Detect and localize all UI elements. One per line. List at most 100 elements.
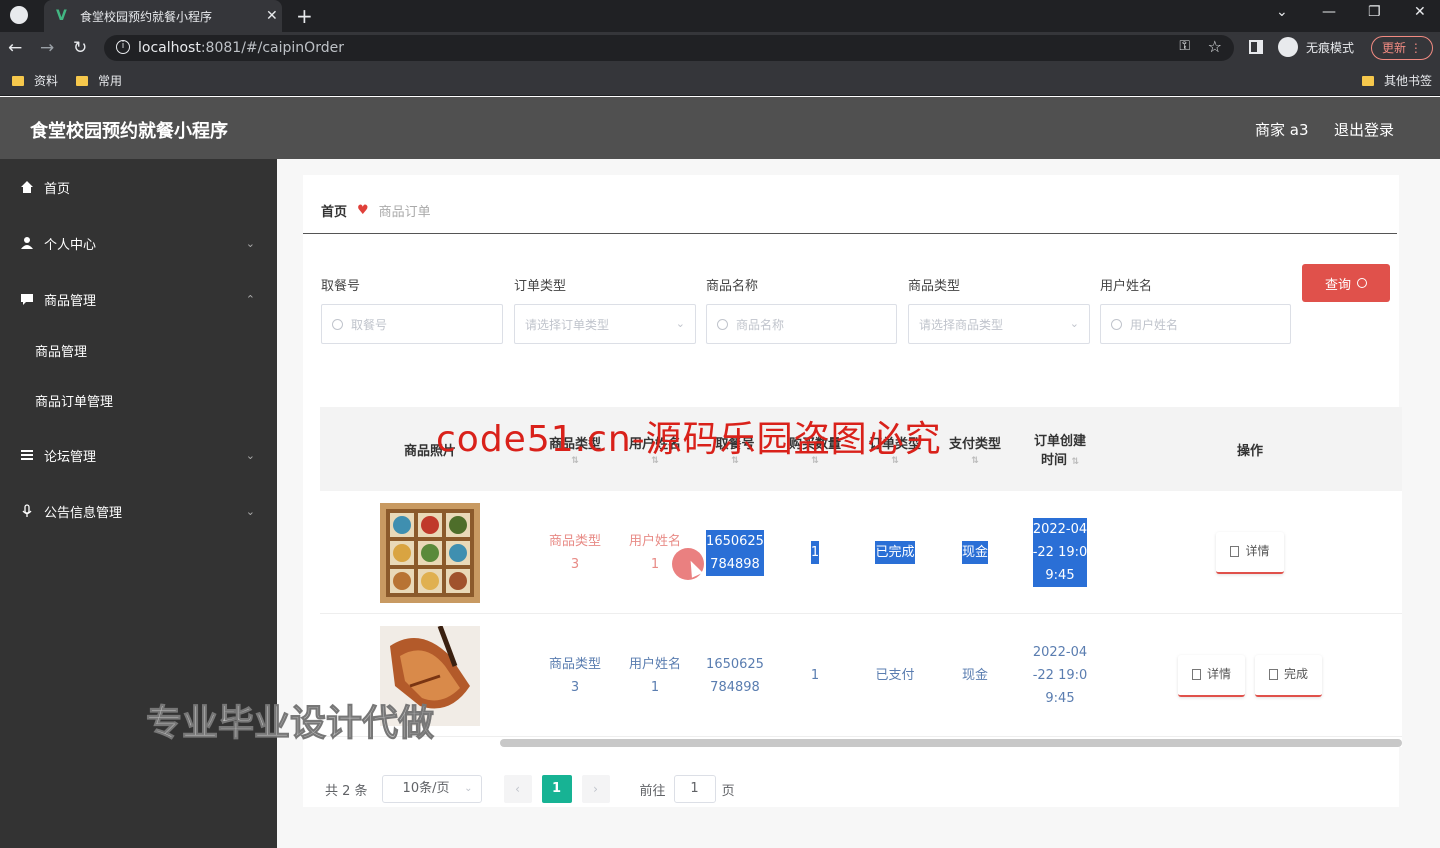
browser-menu-icon[interactable] bbox=[10, 6, 28, 24]
bookmark-folder[interactable]: 常用 bbox=[76, 72, 122, 89]
window-close-icon[interactable]: ✕ bbox=[1414, 4, 1426, 20]
col-header-pay-type[interactable]: 支付类型 ⇅ bbox=[935, 407, 1015, 491]
prev-page-button[interactable]: ‹ bbox=[503, 775, 532, 803]
update-button[interactable]: 更新 ⋮ bbox=[1371, 36, 1433, 60]
query-button[interactable]: 查询 bbox=[1302, 264, 1390, 302]
detail-button[interactable]: 详情 bbox=[1177, 654, 1245, 697]
other-bookmarks[interactable]: 其他书签 bbox=[1362, 72, 1432, 89]
goods-photo-image bbox=[380, 502, 480, 603]
minimize-icon[interactable]: — bbox=[1322, 4, 1336, 20]
chevron-up-icon: ⌃ bbox=[245, 292, 255, 306]
incognito-indicator[interactable]: 无痕模式 bbox=[1278, 37, 1354, 57]
reload-icon[interactable]: ↻ bbox=[73, 38, 87, 58]
watermark-red: code51.cn-源码乐园盗图必究 bbox=[436, 419, 942, 460]
page-size-select[interactable]: 10条/页 ⌄ bbox=[381, 775, 482, 803]
url-path: :8081/#/caipinOrder bbox=[200, 40, 344, 56]
restore-icon[interactable]: ❐ bbox=[1368, 4, 1381, 20]
sidebar-item-notice[interactable]: 公告信息管理 ⌄ bbox=[0, 483, 277, 539]
code-input[interactable]: 取餐号 bbox=[321, 304, 503, 344]
forward-icon[interactable]: → bbox=[40, 38, 54, 58]
watermark-gray: 专业毕业设计代做 bbox=[145, 703, 435, 745]
chevron-down-icon: ⌄ bbox=[464, 783, 473, 794]
cell-goods-type: 商品类型 3 bbox=[548, 656, 601, 695]
sidebar-item-forum[interactable]: 论坛管理 ⌄ bbox=[0, 427, 277, 483]
breadcrumb: 首页 ♥ 商品订单 bbox=[321, 201, 431, 220]
bookmark-star-icon[interactable]: ☆ bbox=[1208, 37, 1222, 56]
user-name-input[interactable]: 用户姓名 bbox=[1100, 304, 1291, 344]
col-header-created[interactable]: 订单创建 时间 ⇅ bbox=[1020, 407, 1100, 491]
vue-favicon-icon: V bbox=[56, 8, 67, 24]
order-type-placeholder: 请选择订单类型 bbox=[525, 317, 610, 332]
code-placeholder: 取餐号 bbox=[351, 317, 388, 332]
bookmark-label: 常用 bbox=[98, 74, 123, 88]
sidebar-item-label: 首页 bbox=[44, 181, 71, 197]
filter-label-goods-name: 商品名称 bbox=[706, 279, 759, 294]
cell-created-time: 2022-04 -22 19:0 9:45 bbox=[1020, 491, 1100, 614]
url-host: localhost bbox=[138, 40, 201, 56]
next-page-button[interactable]: › bbox=[581, 775, 610, 803]
page-number-button[interactable]: 1 bbox=[541, 775, 572, 803]
complete-button[interactable]: 完成 bbox=[1255, 654, 1323, 697]
breadcrumb-home[interactable]: 首页 bbox=[321, 201, 347, 220]
sidebar-item-goods[interactable]: 商品管理 ⌃ bbox=[0, 271, 277, 327]
cell-goods-type: 商品类型 3 bbox=[548, 533, 601, 572]
order-type-select[interactable]: 请选择订单类型 ⌄ bbox=[514, 304, 696, 344]
new-tab-icon[interactable]: + bbox=[296, 4, 313, 28]
horizontal-scrollbar[interactable] bbox=[500, 739, 1402, 747]
main-content: 首页 ♥ 商品订单 取餐号 订单类型 商品名称 商品类型 用户姓名 取餐号 请选… bbox=[277, 159, 1440, 848]
chevron-down-icon: ⌄ bbox=[1069, 317, 1079, 330]
table-row: 商品类型 3 用户姓名 1 1650625 784898 1 已支付 现金 2022-… bbox=[320, 614, 1402, 737]
address-bar: ← → ↻ i localhost:8081/#/caipinOrder ⚿ ☆… bbox=[0, 32, 1440, 64]
sidebar-subitem-label: 商品管理 bbox=[35, 344, 88, 360]
goods-photo bbox=[380, 491, 480, 614]
cell-code: 1650625 784898 bbox=[706, 656, 764, 695]
side-panel-icon[interactable] bbox=[1249, 40, 1263, 54]
sidebar-subitem-orders[interactable]: 商品订单管理 bbox=[0, 375, 277, 425]
home-icon bbox=[20, 180, 34, 194]
document-icon bbox=[1230, 546, 1240, 557]
tab-search-icon[interactable]: ⌄ bbox=[1276, 4, 1288, 20]
logout-button[interactable]: 退出登录 bbox=[1334, 119, 1394, 140]
search-icon bbox=[1111, 318, 1122, 330]
goto-page-input[interactable]: 1 bbox=[673, 775, 716, 803]
col-header-actions: 操作 bbox=[1236, 443, 1263, 459]
cell-actions: 详情 bbox=[1170, 491, 1330, 614]
sidebar-item-label: 公告信息管理 bbox=[44, 505, 123, 521]
other-bookmarks-label: 其他书签 bbox=[1384, 74, 1433, 88]
sidebar-item-home[interactable]: 首页 bbox=[0, 159, 277, 215]
bookmark-folder[interactable]: 资料 bbox=[12, 72, 58, 89]
detail-button[interactable]: 详情 bbox=[1216, 531, 1284, 574]
search-icon bbox=[332, 318, 343, 330]
sidebar-subitem-goods[interactable]: 商品管理 bbox=[0, 325, 277, 375]
sidebar-item-label: 论坛管理 bbox=[44, 449, 97, 465]
folder-icon bbox=[76, 75, 88, 86]
chevron-down-icon: ⌄ bbox=[245, 504, 255, 518]
sort-icon[interactable]: ⇅ bbox=[971, 456, 979, 466]
browser-tabbar: V 食堂校园预约就餐小程序 ✕ + ⌄ — ❐ ✕ bbox=[0, 0, 1440, 32]
cell-order-type: 已支付 bbox=[875, 668, 915, 683]
filter-label-order-type: 订单类型 bbox=[514, 279, 567, 294]
sidebar-item-profile[interactable]: 个人中心 ⌄ bbox=[0, 215, 277, 271]
goods-type-select[interactable]: 请选择商品类型 ⌄ bbox=[908, 304, 1090, 344]
back-icon[interactable]: ← bbox=[8, 38, 22, 58]
goods-name-input[interactable]: 商品名称 bbox=[706, 304, 897, 344]
filter-label-goods-type: 商品类型 bbox=[908, 279, 961, 294]
pagination: 共 2 条 10条/页 ⌄ ‹ 1 › 前往 1 页 bbox=[325, 775, 735, 803]
sidebar-subitem-label: 商品订单管理 bbox=[35, 394, 114, 410]
sort-icon[interactable]: ⇅ bbox=[1072, 457, 1080, 467]
password-key-icon[interactable]: ⚿ bbox=[1179, 38, 1190, 54]
content-card: 首页 ♥ 商品订单 取餐号 订单类型 商品名称 商品类型 用户姓名 取餐号 请选… bbox=[303, 175, 1402, 807]
user-icon bbox=[20, 236, 34, 250]
site-info-icon[interactable]: i bbox=[116, 40, 130, 54]
cell-qty: 1 bbox=[810, 668, 820, 683]
chevron-down-icon: ⌄ bbox=[245, 448, 255, 462]
browser-tab[interactable]: V 食堂校园预约就餐小程序 ✕ bbox=[44, 0, 282, 32]
cell-code: 1650625 784898 bbox=[695, 491, 775, 614]
user-name-placeholder: 用户姓名 bbox=[1130, 317, 1179, 332]
bookmarks-bar: 资料 常用 其他书签 bbox=[0, 64, 1440, 96]
tab-close-icon[interactable]: ✕ bbox=[266, 8, 278, 24]
chat-icon bbox=[20, 292, 34, 306]
url-input[interactable]: i localhost:8081/#/caipinOrder ⚿ ☆ bbox=[104, 35, 1234, 61]
incognito-icon bbox=[1278, 37, 1298, 57]
chevron-down-icon: ⌄ bbox=[245, 236, 255, 250]
